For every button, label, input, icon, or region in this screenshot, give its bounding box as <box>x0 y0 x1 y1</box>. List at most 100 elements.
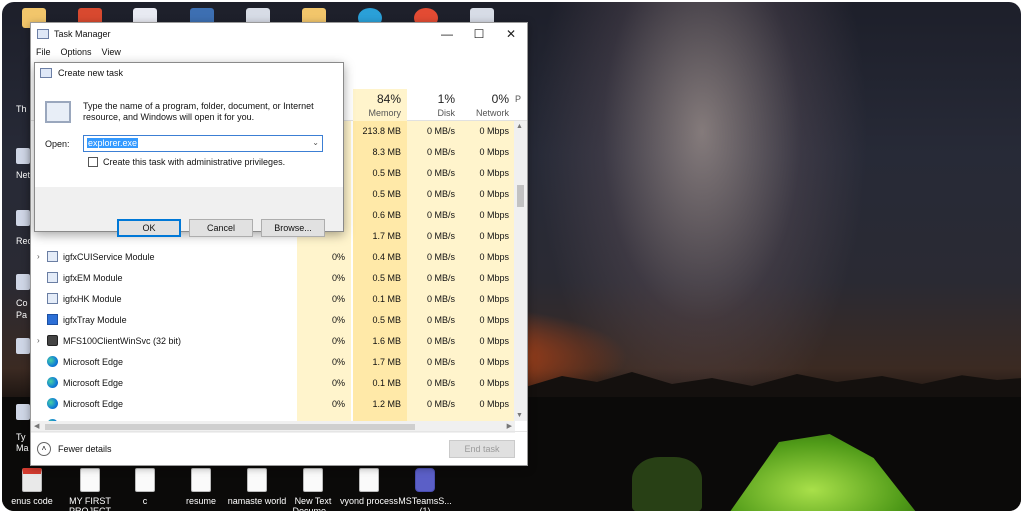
desktop-label: Co <box>16 298 28 308</box>
cancel-button[interactable]: Cancel <box>189 219 253 237</box>
table-row[interactable]: igfxEM Module 0% 0.5 MB 0 MB/s 0 Mbps <box>31 268 515 289</box>
open-input[interactable]: explorer.exe ⌄ <box>83 135 323 152</box>
disk-cell: 0 MB/s <box>407 352 461 373</box>
process-icon <box>47 314 58 325</box>
desktop-icon-file[interactable]: namaste world <box>227 468 287 506</box>
desktop-label: Ma <box>16 443 29 453</box>
file-icon <box>80 468 100 492</box>
network-cell: 0 Mbps <box>461 142 515 163</box>
column-disk[interactable]: 1% Disk <box>407 89 461 118</box>
memory-cell: 0.1 MB <box>353 289 407 310</box>
maximize-button[interactable]: ☐ <box>463 23 495 45</box>
menu-file[interactable]: File <box>36 47 51 57</box>
network-cell: 0 Mbps <box>461 268 515 289</box>
create-new-task-dialog: Create new task Type the name of a progr… <box>34 62 344 237</box>
table-row[interactable]: igfxHK Module 0% 0.1 MB 0 MB/s 0 Mbps <box>31 289 515 310</box>
network-cell: 0 Mbps <box>461 205 515 226</box>
fewer-details-button[interactable]: ˄ Fewer details <box>37 441 112 456</box>
process-name-label: igfxHK Module <box>63 293 122 304</box>
admin-privileges-checkbox[interactable]: Create this task with administrative pri… <box>88 157 285 167</box>
disk-cell: 0 MB/s <box>407 289 461 310</box>
cpu-cell: 0% <box>297 373 351 394</box>
scroll-down-icon[interactable]: ▼ <box>516 412 523 419</box>
column-memory[interactable]: 84% Memory <box>353 89 407 121</box>
desktop-icon-label: New Text Docume... <box>292 496 334 511</box>
network-label: Network <box>475 108 509 118</box>
desktop-icon-teams[interactable]: MSTeamsS... (1) <box>395 468 455 511</box>
cpu-cell: 0% <box>297 352 351 373</box>
footer-bar: ˄ Fewer details End task <box>31 431 527 465</box>
table-row[interactable]: Microsoft Edge 0% 0.1 MB 0 MB/s 0 Mbps <box>31 373 515 394</box>
pdf-file-icon <box>22 468 42 492</box>
desktop-app-icon[interactable] <box>16 338 30 354</box>
disk-cell: 0 MB/s <box>407 268 461 289</box>
open-label: Open: <box>45 139 70 149</box>
typing-master-icon[interactable] <box>16 404 30 420</box>
window-title: Task Manager <box>54 29 111 39</box>
expand-chevron-icon[interactable]: › <box>37 252 47 261</box>
minimize-button[interactable]: — <box>431 23 463 45</box>
menu-view[interactable]: View <box>102 47 121 57</box>
process-name-label: MFS100ClientWinSvc (32 bit) <box>63 335 182 346</box>
process-icon <box>47 335 58 346</box>
ok-button[interactable]: OK <box>117 219 181 237</box>
memory-percent: 84% <box>376 92 401 106</box>
control-panel-icon[interactable] <box>16 274 30 290</box>
network-percent: 0% <box>491 92 509 106</box>
desktop-icon-file[interactable]: MY FIRST PROJECT <box>60 468 120 511</box>
disk-cell: 0 MB/s <box>407 247 461 268</box>
table-row[interactable]: Microsoft Edge 0% 1.2 MB 0 MB/s 0 Mbps <box>31 394 515 415</box>
power-label: P <box>515 94 522 104</box>
desktop-icon-label: MSTeamsS... (1) <box>398 496 452 511</box>
tree <box>632 457 702 511</box>
chevron-up-icon: ˄ <box>37 441 51 456</box>
dialog-title-bar[interactable]: Create new task <box>35 63 343 83</box>
table-row[interactable]: › igfxCUIService Module 0% 0.4 MB 0 MB/s 0 Mb… <box>31 247 515 268</box>
desktop-icon-file[interactable]: New Text Docume... <box>283 468 343 511</box>
menu-options[interactable]: Options <box>61 47 92 57</box>
column-power[interactable]: P <box>515 89 527 104</box>
disk-percent: 1% <box>437 92 455 106</box>
memory-cell: 8.3 MB <box>353 142 407 163</box>
desktop-icon-file[interactable]: c <box>115 468 175 506</box>
process-name: igfxHK Module <box>37 293 122 304</box>
scroll-right-icon[interactable]: ▶ <box>507 422 512 430</box>
process-name: Microsoft Edge <box>37 398 123 409</box>
memory-cell: 0.5 MB <box>353 184 407 205</box>
desktop-icon-pdf[interactable]: enus code <box>2 468 62 506</box>
memory-cell: 1.7 MB <box>353 226 407 247</box>
desktop-icon-label: MY FIRST PROJECT <box>68 496 111 511</box>
scroll-thumb[interactable] <box>517 185 524 207</box>
end-task-button[interactable]: End task <box>449 440 515 458</box>
network-icon[interactable] <box>16 148 30 164</box>
table-row[interactable]: › MFS100ClientWinSvc (32 bit) 0% 1.6 MB 0 MB… <box>31 331 515 352</box>
close-button[interactable]: ✕ <box>495 23 527 45</box>
process-name-label: igfxEM Module <box>63 272 123 283</box>
text-file-icon <box>303 468 323 492</box>
scroll-thumb[interactable] <box>45 424 415 430</box>
cpu-cell: 0% <box>297 289 351 310</box>
memory-cell: 1.6 MB <box>353 331 407 352</box>
scroll-up-icon[interactable]: ▲ <box>516 123 523 130</box>
column-network[interactable]: 0% Network <box>461 89 515 118</box>
process-name-label: igfxTray Module <box>63 314 127 325</box>
process-icon <box>47 251 58 262</box>
cpu-cell: 0% <box>297 394 351 415</box>
table-row[interactable]: igfxTray Module 0% 0.5 MB 0 MB/s 0 Mbps <box>31 310 515 331</box>
recycle-bin-icon[interactable] <box>16 210 30 226</box>
disk-cell: 0 MB/s <box>407 394 461 415</box>
network-cell: 0 Mbps <box>461 373 515 394</box>
dialog-body: Type the name of a program, folder, docu… <box>35 83 343 187</box>
desktop-icon-file[interactable]: resume <box>171 468 231 506</box>
browse-button[interactable]: Browse... <box>261 219 325 237</box>
table-row[interactable]: Microsoft Edge 0% 1.7 MB 0 MB/s 0 Mbps <box>31 352 515 373</box>
file-icon <box>359 468 379 492</box>
process-name: Microsoft Edge <box>37 356 123 367</box>
scroll-left-icon[interactable]: ◀ <box>34 422 39 430</box>
edge-icon <box>47 356 58 367</box>
network-cell: 0 Mbps <box>461 331 515 352</box>
desktop-icon-file[interactable]: vyond process <box>339 468 399 506</box>
vertical-scrollbar[interactable]: ▲ ▼ <box>514 121 527 421</box>
chevron-down-icon[interactable]: ⌄ <box>312 138 319 147</box>
expand-chevron-icon[interactable]: › <box>37 336 47 345</box>
